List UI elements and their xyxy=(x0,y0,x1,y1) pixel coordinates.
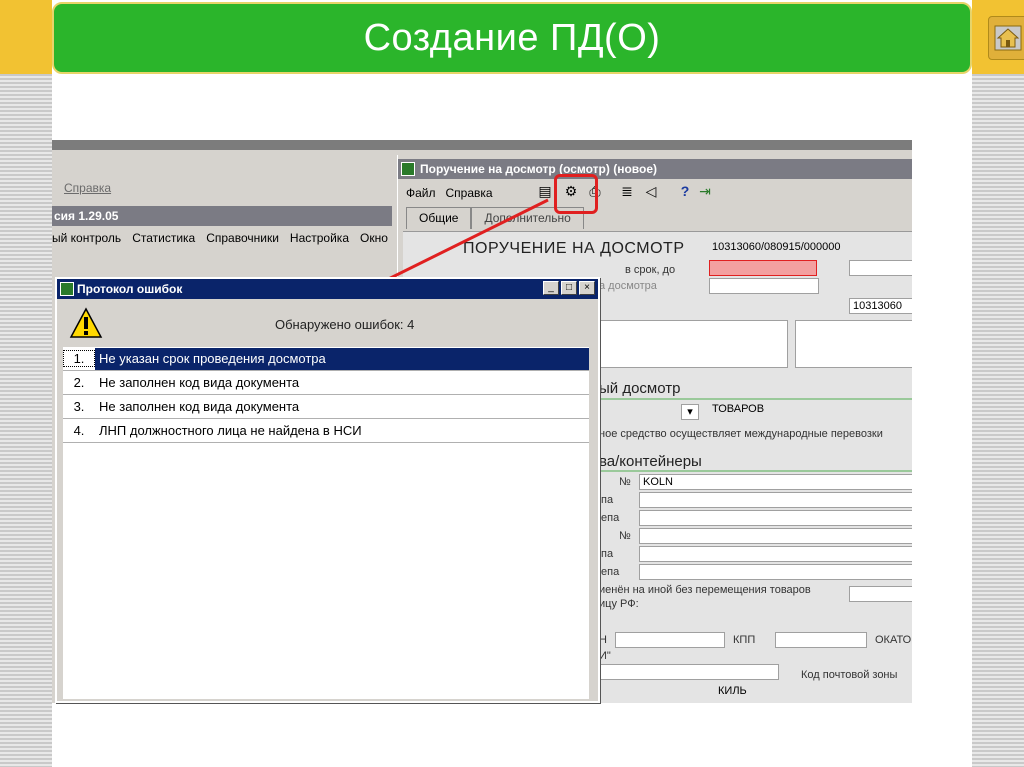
deadline-label: в срок, до xyxy=(625,264,676,276)
right-stripe xyxy=(972,0,1024,767)
right-block-field[interactable] xyxy=(795,320,912,368)
menu-help[interactable]: Справка xyxy=(446,186,493,200)
window-title: Поручение на досмотр (осмотр) (новое) xyxy=(420,162,658,176)
back-menu-help[interactable]: Справка xyxy=(64,181,111,195)
i-text: И" xyxy=(599,650,611,662)
section-containers: ва/контейнеры xyxy=(599,453,702,470)
error-number: 4. xyxy=(73,423,85,438)
close-button[interactable]: × xyxy=(579,281,595,295)
error-text: Не указан срок проведения досмотра xyxy=(95,347,589,370)
doc-number: 10313060/080915/000000 xyxy=(712,241,841,253)
city-value: КИЛЬ xyxy=(718,685,747,697)
section-divider-2 xyxy=(598,470,912,472)
dialog-app-icon xyxy=(60,282,74,296)
address-input[interactable] xyxy=(599,664,779,680)
slide-title-bar: Создание ПД(О) xyxy=(52,2,972,74)
section-divider xyxy=(598,398,912,400)
dialog-window-controls: _ □ × xyxy=(543,281,595,295)
inspection-label: а досмотра xyxy=(599,280,657,292)
error-row[interactable]: 3. Не заполнен код вида документа xyxy=(63,395,589,419)
back-menu2-control[interactable]: ый контроль xyxy=(52,231,121,245)
inspection-input[interactable] xyxy=(709,278,819,294)
n-label: Н xyxy=(599,634,607,646)
back-menu2-stats[interactable]: Статистика xyxy=(132,231,195,245)
home-button[interactable] xyxy=(988,16,1024,60)
back-menu2-refs[interactable]: Справочники xyxy=(206,231,279,245)
kpp-input[interactable] xyxy=(775,632,867,648)
kpp-label: КПП xyxy=(733,634,756,646)
no-label-2: № xyxy=(619,530,631,542)
extra-input-1[interactable] xyxy=(849,260,912,276)
home-icon xyxy=(994,25,1022,51)
dialog-title: Протокол ошибок xyxy=(77,282,183,296)
back-app-menu2: ый контроль Статистика Справочники Настр… xyxy=(52,228,392,248)
epa-label: епа xyxy=(601,512,620,524)
goods-value: ТОВАРОВ xyxy=(712,403,765,415)
error-row[interactable]: 4. ЛНП должностного лица не найдена в НС… xyxy=(63,419,589,443)
epa-input-2[interactable] xyxy=(639,564,912,580)
highlight-box xyxy=(554,174,598,214)
warning-icon xyxy=(69,307,103,338)
error-row[interactable]: 2. Не заполнен код вида документа xyxy=(63,371,589,395)
top-grey-bar xyxy=(52,140,912,150)
dropdown-arrow[interactable]: ▾ xyxy=(681,404,699,420)
error-count: Обнаружено ошибок: 4 xyxy=(275,317,415,332)
tab-general[interactable]: Общие xyxy=(406,207,472,229)
minimize-button[interactable]: _ xyxy=(543,281,559,295)
section-inspection: ый досмотр xyxy=(599,380,681,397)
sign-icon[interactable]: ◁ xyxy=(642,182,660,200)
error-row[interactable]: 1. Не указан срок проведения досмотра xyxy=(63,347,589,371)
pa-label: па xyxy=(601,494,614,506)
error-text: Не заполнен код вида документа xyxy=(99,374,300,390)
container-number-2[interactable] xyxy=(639,528,912,544)
epa-input[interactable] xyxy=(639,510,912,526)
exit-icon[interactable]: ⇥ xyxy=(696,182,714,200)
back-menu2-window[interactable]: Окно xyxy=(360,231,388,245)
copy-icon[interactable]: ▤ xyxy=(536,182,554,200)
transport-text: ное средство осуществляет международные … xyxy=(599,428,883,440)
error-text: ЛНП должностного лица не найдена в НСИ xyxy=(99,422,362,438)
help-icon[interactable]: ? xyxy=(676,182,694,200)
no-label: № xyxy=(619,476,631,488)
back-menu2-settings[interactable]: Настройка xyxy=(290,231,349,245)
customs-code-field[interactable]: 10313060 xyxy=(849,298,912,314)
window-title-bar: Поручение на досмотр (осмотр) (новое) xyxy=(398,159,912,179)
list-icon[interactable]: ≣ xyxy=(618,182,636,200)
menu-file[interactable]: Файл xyxy=(406,186,436,200)
maximize-button[interactable]: □ xyxy=(561,281,577,295)
slide-title: Создание ПД(О) xyxy=(363,16,661,59)
error-dialog: Протокол ошибок _ □ × Обнаружено ошибок:… xyxy=(55,277,600,703)
container-number[interactable]: KOLN xyxy=(639,474,912,490)
pa-input[interactable] xyxy=(639,492,912,508)
inn-input[interactable] xyxy=(615,632,725,648)
error-number: 1. xyxy=(63,350,95,367)
left-accent xyxy=(0,0,52,74)
form-title: ПОРУЧЕНИЕ НА ДОСМОТР xyxy=(463,240,685,257)
left-stripe xyxy=(0,0,52,767)
replace-text: иенён на иной без перемещения товаров xyxy=(599,584,811,596)
okato-label: ОКАТО xyxy=(875,634,912,646)
app-icon xyxy=(401,162,415,176)
error-number: 3. xyxy=(73,399,85,414)
back-app-menu: Справка xyxy=(52,178,392,198)
left-block-field[interactable] xyxy=(598,320,788,368)
dialog-title-bar: Протокол ошибок xyxy=(57,279,598,299)
border-text: ицу РФ: xyxy=(599,598,639,610)
back-app-version-bar: сия 1.29.05 xyxy=(52,206,392,226)
border-input[interactable] xyxy=(849,586,912,602)
window-menu: Файл Справка xyxy=(406,182,493,204)
error-list: 1. Не указан срок проведения досмотра 2.… xyxy=(63,347,589,443)
epa-label-2: епа xyxy=(601,566,620,578)
pa-label-2: па xyxy=(601,548,614,560)
postal-label: Код почтовой зоны xyxy=(801,669,898,681)
pa-input-2[interactable] xyxy=(639,546,912,562)
deadline-input[interactable] xyxy=(709,260,817,276)
error-text: Не заполнен код вида документа xyxy=(99,398,300,414)
error-number: 2. xyxy=(73,375,85,390)
